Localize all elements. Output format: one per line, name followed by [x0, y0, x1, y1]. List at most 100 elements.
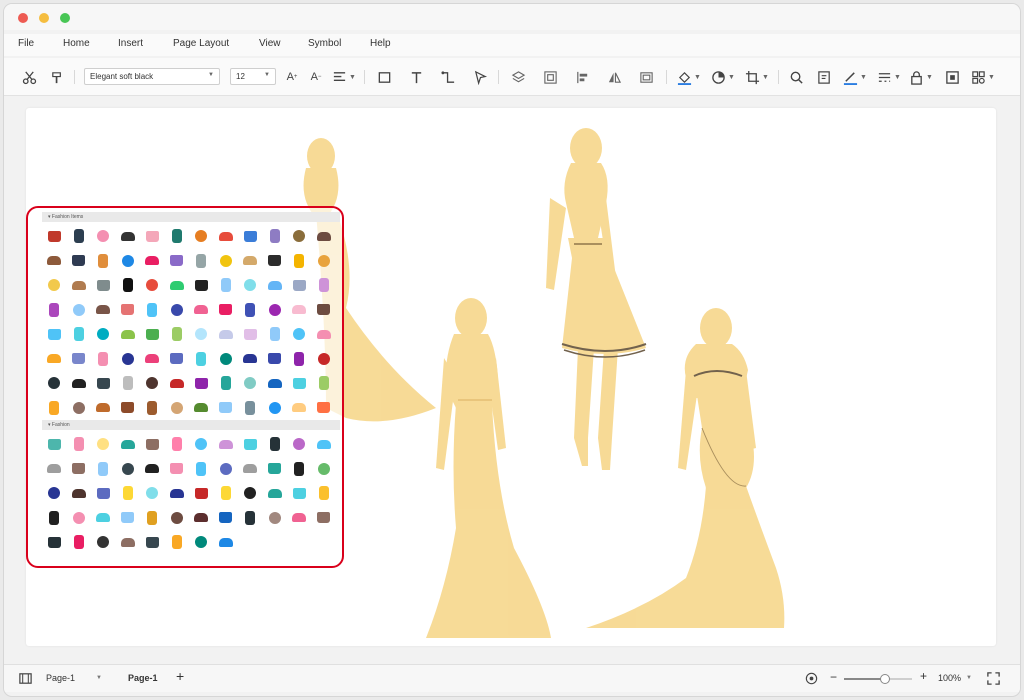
- fashion-symbol[interactable]: [193, 436, 209, 452]
- fashion-symbol[interactable]: [218, 510, 234, 526]
- fashion-symbol[interactable]: [193, 485, 209, 501]
- fit-page-icon[interactable]: [802, 669, 820, 687]
- fashion-item-symbol[interactable]: [291, 277, 307, 293]
- fashion-item-symbol[interactable]: [242, 228, 258, 244]
- more-icon[interactable]: ▼: [970, 68, 996, 86]
- menu-home[interactable]: Home: [63, 38, 90, 49]
- page-selector[interactable]: Page-1: [46, 673, 75, 683]
- fashion-item-symbol[interactable]: [267, 228, 283, 244]
- fashion-item-symbol[interactable]: [120, 326, 136, 342]
- fashion-item-symbol[interactable]: [218, 277, 234, 293]
- fashion-symbol[interactable]: [144, 534, 160, 550]
- fashion-symbol[interactable]: [120, 461, 136, 477]
- fashion-symbol[interactable]: [242, 461, 258, 477]
- fashion-item-symbol[interactable]: [291, 228, 307, 244]
- fashion-item-symbol[interactable]: [120, 375, 136, 391]
- fashion-item-symbol[interactable]: [316, 277, 332, 293]
- fashion-item-symbol[interactable]: [120, 400, 136, 416]
- fashion-symbol[interactable]: [95, 534, 111, 550]
- fashion-item-symbol[interactable]: [46, 351, 62, 367]
- fashion-item-symbol[interactable]: [291, 326, 307, 342]
- connector-icon[interactable]: [438, 68, 458, 86]
- fashion-item-symbol[interactable]: [95, 326, 111, 342]
- fashion-item-symbol[interactable]: [242, 302, 258, 318]
- fashion-symbol[interactable]: [218, 461, 234, 477]
- fashion-item-symbol[interactable]: [193, 302, 209, 318]
- selection-icon[interactable]: [470, 68, 490, 86]
- fashion-symbol[interactable]: [267, 510, 283, 526]
- fashion-item-symbol[interactable]: [193, 400, 209, 416]
- fashion-symbol[interactable]: [120, 534, 136, 550]
- fashion-symbol[interactable]: [169, 534, 185, 550]
- fashion-symbol[interactable]: [95, 461, 111, 477]
- preview-icon[interactable]: [814, 68, 834, 86]
- shape-style-icon[interactable]: ▼: [710, 68, 736, 86]
- fashion-symbol[interactable]: [144, 485, 160, 501]
- fashion-item-symbol[interactable]: [169, 253, 185, 269]
- zoom-slider-thumb[interactable]: [879, 674, 890, 684]
- fashion-item-symbol[interactable]: [169, 302, 185, 318]
- crop-icon[interactable]: ▼: [744, 68, 770, 86]
- fashion-item-symbol[interactable]: [267, 253, 283, 269]
- fashion-item-symbol[interactable]: [144, 326, 160, 342]
- fashion-item-symbol[interactable]: [291, 253, 307, 269]
- fashion-symbol[interactable]: [242, 510, 258, 526]
- fashion-symbol[interactable]: [71, 485, 87, 501]
- fashion-item-symbol[interactable]: [193, 277, 209, 293]
- fashion-item-symbol[interactable]: [218, 253, 234, 269]
- fashion-item-symbol[interactable]: [95, 351, 111, 367]
- fit-icon[interactable]: [942, 68, 962, 86]
- fashion-symbol[interactable]: [218, 485, 234, 501]
- fashion-symbol[interactable]: [46, 436, 62, 452]
- fashion-item-symbol[interactable]: [46, 326, 62, 342]
- fashion-item-symbol[interactable]: [46, 277, 62, 293]
- fashion-item-symbol[interactable]: [120, 302, 136, 318]
- fashion-item-symbol[interactable]: [242, 326, 258, 342]
- fashion-item-symbol[interactable]: [218, 351, 234, 367]
- model-silhouette-2[interactable]: [546, 128, 647, 470]
- fashion-item-symbol[interactable]: [193, 228, 209, 244]
- fashion-item-symbol[interactable]: [218, 228, 234, 244]
- fashion-item-symbol[interactable]: [267, 400, 283, 416]
- lock-icon[interactable]: ▼: [908, 68, 934, 86]
- fashion-item-symbol[interactable]: [316, 253, 332, 269]
- fashion-symbol[interactable]: [46, 461, 62, 477]
- group-icon[interactable]: [540, 68, 560, 86]
- fashion-item-symbol[interactable]: [169, 228, 185, 244]
- fashion-item-symbol[interactable]: [144, 302, 160, 318]
- fashion-item-symbol[interactable]: [71, 253, 87, 269]
- fashion-symbol[interactable]: [144, 436, 160, 452]
- fashion-symbol[interactable]: [316, 436, 332, 452]
- fashion-item-symbol[interactable]: [120, 253, 136, 269]
- page-panel-icon[interactable]: [16, 669, 34, 687]
- fashion-item-symbol[interactable]: [291, 351, 307, 367]
- fashion-item-symbol[interactable]: [242, 400, 258, 416]
- fashion-item-symbol[interactable]: [144, 277, 160, 293]
- fashion-item-symbol[interactable]: [95, 302, 111, 318]
- fashion-item-symbol[interactable]: [291, 302, 307, 318]
- minimize-window-button[interactable]: [39, 13, 49, 23]
- fashion-symbol[interactable]: [193, 534, 209, 550]
- fashion-item-symbol[interactable]: [169, 351, 185, 367]
- fashion-item-symbol[interactable]: [169, 375, 185, 391]
- fashion-item-symbol[interactable]: [46, 228, 62, 244]
- fashion-item-symbol[interactable]: [316, 400, 332, 416]
- fashion-item-symbol[interactable]: [120, 351, 136, 367]
- fashion-item-symbol[interactable]: [193, 351, 209, 367]
- fashion-item-symbol[interactable]: [242, 277, 258, 293]
- fashion-item-symbol[interactable]: [46, 302, 62, 318]
- fashion-symbol[interactable]: [71, 510, 87, 526]
- fashion-item-symbol[interactable]: [46, 253, 62, 269]
- fashion-symbol[interactable]: [120, 436, 136, 452]
- fashion-item-symbol[interactable]: [144, 253, 160, 269]
- fashion-item-symbol[interactable]: [144, 228, 160, 244]
- align-icon[interactable]: ▼: [332, 68, 356, 86]
- fashion-symbol[interactable]: [144, 510, 160, 526]
- fashion-symbol[interactable]: [242, 485, 258, 501]
- fashion-item-symbol[interactable]: [46, 400, 62, 416]
- fashion-item-symbol[interactable]: [95, 400, 111, 416]
- fashion-item-symbol[interactable]: [218, 302, 234, 318]
- fashion-item-symbol[interactable]: [95, 375, 111, 391]
- fashion-item-symbol[interactable]: [95, 277, 111, 293]
- fashion-symbol[interactable]: [218, 534, 234, 550]
